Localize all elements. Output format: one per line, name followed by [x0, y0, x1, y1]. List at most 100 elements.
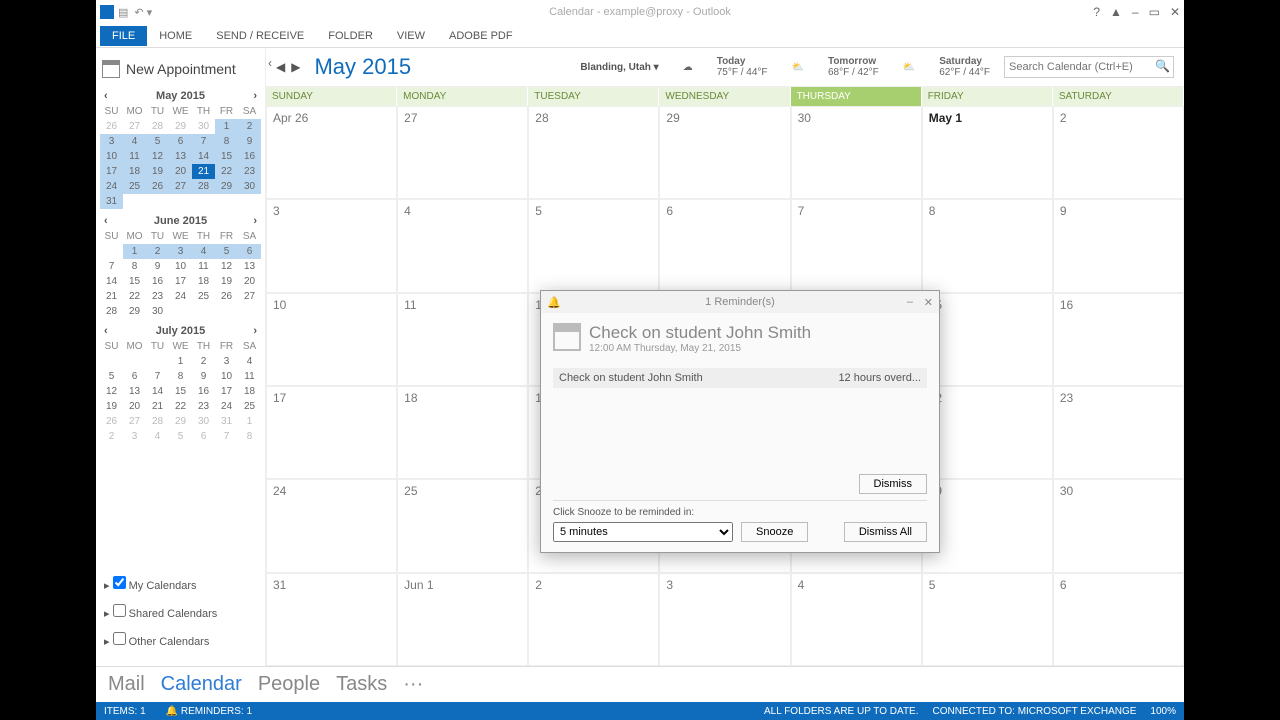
mini-day[interactable]: 29: [123, 304, 146, 319]
mini-day[interactable]: 22: [215, 164, 238, 179]
tab-file[interactable]: FILE: [100, 26, 147, 46]
mini-day[interactable]: 30: [192, 414, 215, 429]
mini-day[interactable]: 14: [100, 274, 123, 289]
mini-day[interactable]: 8: [238, 429, 261, 444]
mini-day[interactable]: 20: [123, 399, 146, 414]
mini-prev-icon[interactable]: ‹: [104, 90, 108, 102]
calendar-cell[interactable]: 2: [528, 573, 659, 666]
shared-calendars-check[interactable]: [113, 604, 126, 617]
status-reminders[interactable]: 🔔 REMINDERS: 1: [166, 706, 252, 717]
dismiss-all-button[interactable]: Dismiss All: [844, 522, 927, 542]
mini-day[interactable]: 11: [238, 369, 261, 384]
mini-day[interactable]: 3: [123, 429, 146, 444]
mini-day[interactable]: 15: [169, 384, 192, 399]
mini-day[interactable]: 1: [238, 414, 261, 429]
mini-day[interactable]: 14: [146, 384, 169, 399]
mini-day[interactable]: 6: [169, 134, 192, 149]
calendar-cell[interactable]: 30: [1053, 479, 1184, 572]
mini-day[interactable]: 3: [215, 354, 238, 369]
mini-day[interactable]: 23: [146, 289, 169, 304]
mini-day[interactable]: 5: [169, 429, 192, 444]
calendar-cell[interactable]: 3: [266, 199, 397, 292]
mini-day[interactable]: 9: [146, 259, 169, 274]
mini-day[interactable]: [100, 244, 123, 259]
mini-day[interactable]: 14: [192, 149, 215, 164]
calendar-cell[interactable]: 31: [266, 573, 397, 666]
calendar-cell[interactable]: 4: [791, 573, 922, 666]
calendar-cell[interactable]: Jun 1: [397, 573, 528, 666]
mini-day[interactable]: 1: [215, 119, 238, 134]
reminder-list-item[interactable]: Check on student John Smith 12 hours ove…: [553, 368, 927, 388]
mini-next-icon[interactable]: ›: [253, 325, 257, 337]
mini-day[interactable]: 26: [215, 289, 238, 304]
mini-day[interactable]: 16: [146, 274, 169, 289]
mini-day[interactable]: 25: [123, 179, 146, 194]
minimize-icon[interactable]: –: [1132, 5, 1139, 19]
calendar-cell[interactable]: 24: [266, 479, 397, 572]
shared-calendars-group[interactable]: ▸ Shared Calendars: [104, 598, 257, 626]
tab-send-receive[interactable]: SEND / RECEIVE: [204, 26, 316, 46]
mini-day[interactable]: 19: [146, 164, 169, 179]
mini-day[interactable]: 27: [169, 179, 192, 194]
mini-day[interactable]: 28: [146, 119, 169, 134]
dismiss-button[interactable]: Dismiss: [859, 474, 928, 494]
prev-month-icon[interactable]: ◀: [276, 60, 285, 74]
mini-day[interactable]: 13: [169, 149, 192, 164]
mini-day[interactable]: 16: [238, 149, 261, 164]
snooze-button[interactable]: Snooze: [741, 522, 808, 542]
tab-folder[interactable]: FOLDER: [316, 26, 385, 46]
mini-calendar-july[interactable]: ‹July 2015› SUMOTUWETHFRSA12345678910111…: [100, 323, 261, 444]
mini-day[interactable]: 4: [146, 429, 169, 444]
calendar-cell[interactable]: 29: [659, 106, 790, 199]
mini-calendar-june[interactable]: ‹June 2015› SUMOTUWETHFRSA12345678910111…: [100, 213, 261, 319]
mini-day[interactable]: [100, 354, 123, 369]
mini-day[interactable]: [169, 194, 192, 209]
mini-day[interactable]: 20: [238, 274, 261, 289]
weather-location[interactable]: Blanding, Utah ▾: [580, 62, 658, 73]
dialog-close-icon[interactable]: ✕: [924, 296, 933, 309]
nav-tasks[interactable]: Tasks: [336, 673, 387, 696]
mini-day[interactable]: 26: [146, 179, 169, 194]
mini-day[interactable]: 7: [192, 134, 215, 149]
nav-more-icon[interactable]: ···: [403, 673, 423, 696]
mini-day[interactable]: 26: [100, 414, 123, 429]
mini-day[interactable]: 6: [123, 369, 146, 384]
mini-day[interactable]: 8: [123, 259, 146, 274]
mini-day[interactable]: 17: [215, 384, 238, 399]
mini-day[interactable]: 6: [238, 244, 261, 259]
calendar-cell[interactable]: 27: [397, 106, 528, 199]
calendar-cell[interactable]: 8: [922, 199, 1053, 292]
mini-next-icon[interactable]: ›: [253, 215, 257, 227]
status-zoom[interactable]: 100%: [1150, 706, 1176, 717]
mini-day[interactable]: 29: [169, 119, 192, 134]
mini-day[interactable]: 24: [100, 179, 123, 194]
calendar-cell[interactable]: 18: [397, 386, 528, 479]
mini-day[interactable]: 23: [192, 399, 215, 414]
mini-day[interactable]: 2: [146, 244, 169, 259]
calendar-cell[interactable]: May 1: [922, 106, 1053, 199]
mini-day[interactable]: 5: [100, 369, 123, 384]
mini-day[interactable]: 12: [100, 384, 123, 399]
mini-day[interactable]: 29: [169, 414, 192, 429]
mini-day[interactable]: 12: [215, 259, 238, 274]
calendar-cell[interactable]: 30: [791, 106, 922, 199]
mini-day[interactable]: 9: [192, 369, 215, 384]
calendar-cell[interactable]: 10: [266, 293, 397, 386]
mini-day[interactable]: 11: [192, 259, 215, 274]
mini-day[interactable]: 30: [238, 179, 261, 194]
mini-day[interactable]: 27: [123, 414, 146, 429]
my-calendars-check[interactable]: [113, 576, 126, 589]
mini-day[interactable]: 22: [169, 399, 192, 414]
mini-day[interactable]: 3: [100, 134, 123, 149]
mini-day[interactable]: 10: [169, 259, 192, 274]
mini-day[interactable]: 30: [146, 304, 169, 319]
mini-day[interactable]: [238, 304, 261, 319]
calendar-cell[interactable]: 16: [1053, 293, 1184, 386]
mini-day[interactable]: 2: [238, 119, 261, 134]
mini-day[interactable]: 27: [123, 119, 146, 134]
mini-day[interactable]: 16: [192, 384, 215, 399]
calendar-cell[interactable]: 11: [397, 293, 528, 386]
mini-day[interactable]: 18: [192, 274, 215, 289]
calendar-cell[interactable]: 6: [1053, 573, 1184, 666]
dialog-minimize-icon[interactable]: –: [907, 296, 913, 308]
